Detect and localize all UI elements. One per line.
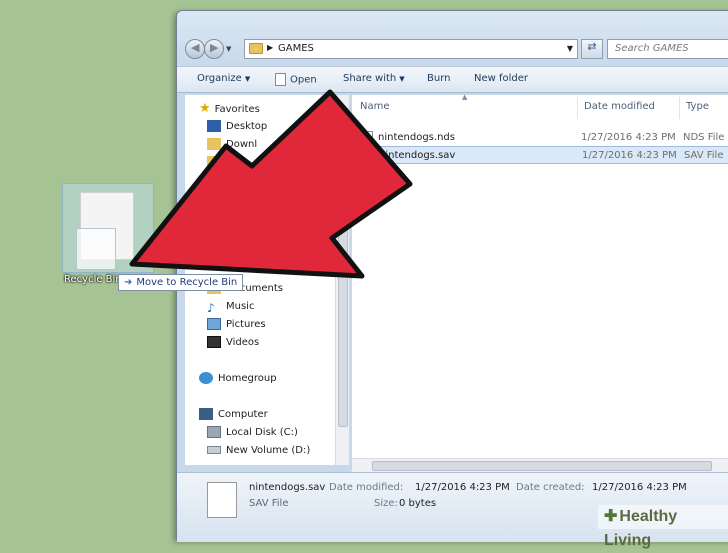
plus-icon: ✚: [604, 508, 618, 525]
red-arrow-annotation: [129, 89, 413, 279]
healthy-living-watermark: ✚ Healthy Living: [598, 505, 728, 549]
red-arrow-shape: [129, 89, 413, 279]
